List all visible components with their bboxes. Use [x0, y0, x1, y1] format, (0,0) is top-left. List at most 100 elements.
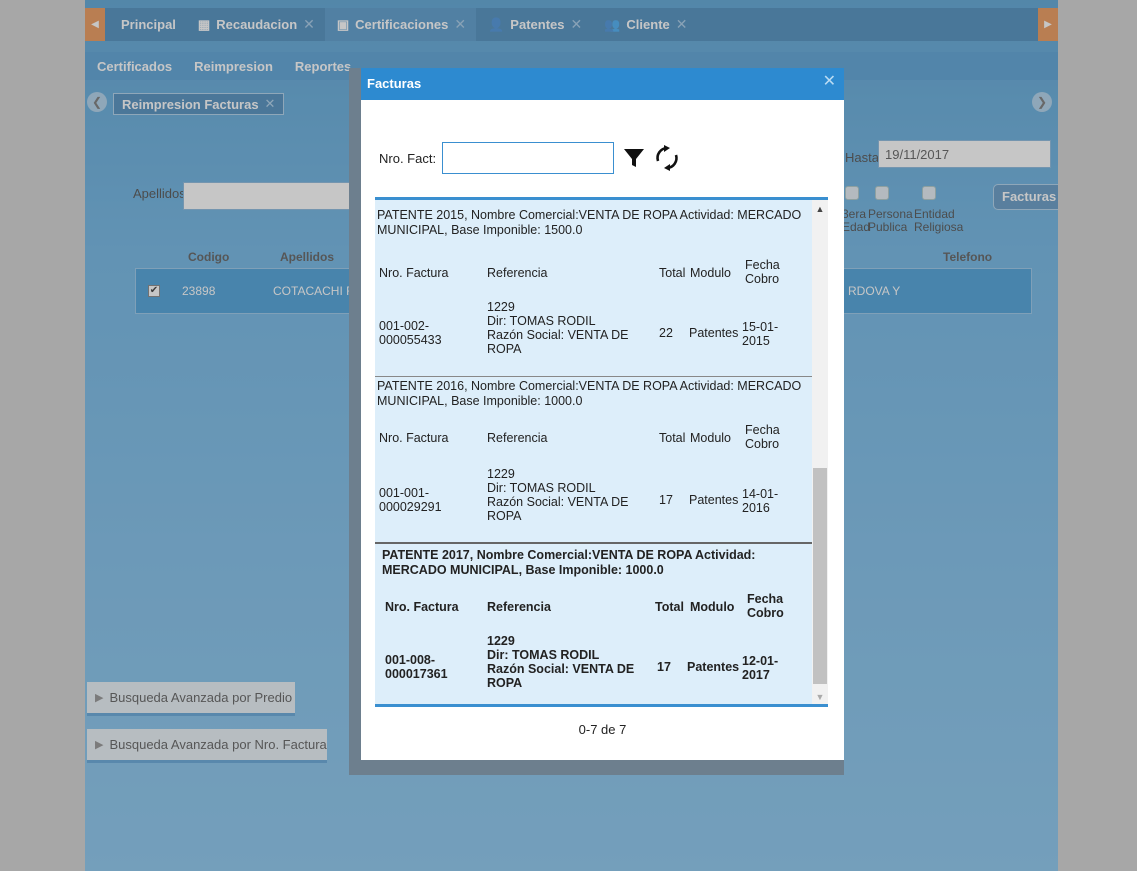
accordion-label: Busqueda Avanzada por Nro. Factura — [109, 737, 327, 752]
checkbox-persona-publica[interactable] — [875, 186, 889, 200]
total-value: 22 — [659, 326, 673, 340]
ref-line4: ROPA — [487, 342, 522, 356]
row-checkbox[interactable]: ✔ — [148, 285, 160, 297]
tab-cliente[interactable]: 👥 Cliente ✕ — [592, 8, 697, 41]
col-modulo: Modulo — [690, 266, 731, 280]
checkbox-3era-edad[interactable] — [845, 186, 859, 200]
col-cobro: Cobro — [747, 606, 784, 620]
users-icon: 👥 — [604, 16, 621, 32]
hasta-date-value: 19/11/2017 — [885, 147, 950, 162]
close-icon[interactable]: ✕ — [265, 96, 276, 112]
tabs-scroll-left-icon[interactable]: ◀ — [85, 8, 105, 41]
patente-header: PATENTE 2015, Nombre Comercial:VENTA DE … — [377, 208, 802, 237]
nro-line2: 000029291 — [379, 500, 442, 514]
ref-line3: Razón Social: VENTA DE — [487, 328, 629, 342]
tab-patentes[interactable]: 👤 Patentes ✕ — [476, 8, 592, 41]
tabs-scroll-right-icon[interactable]: ▶ — [1038, 8, 1058, 41]
col-telefono[interactable]: Telefono — [943, 250, 992, 264]
list-item: PATENTE 2017, Nombre Comercial:VENTA DE … — [375, 542, 812, 704]
close-icon[interactable]: ✕ — [823, 68, 836, 96]
fecha-line1: 14-01- — [742, 487, 779, 501]
col-total: Total — [659, 266, 686, 280]
refresh-icon[interactable] — [654, 144, 680, 172]
modulo-value: Patentes — [689, 326, 739, 340]
main-tabs: Principal ▦ Recaudacion ✕ ▣ Certificaciones… — [109, 8, 698, 41]
dialog-title: Facturas — [361, 68, 844, 100]
col-modulo: Modulo — [690, 431, 731, 445]
fecha-line2: 2015 — [742, 334, 770, 348]
patente-columns: Nro. Factura Referencia Total Modulo Fec… — [379, 252, 809, 286]
col-nro-factura: Nro. Factura — [379, 266, 449, 280]
fecha-line1: 15-01- — [742, 320, 779, 334]
cb3-label-line2: Religiosa — [914, 220, 964, 234]
apellidos-label: Apellidos — [133, 186, 186, 201]
list-scrollbar[interactable]: ▲ ▼ — [812, 200, 828, 704]
ref-line4: ROPA — [487, 509, 522, 523]
nro-line2: 000055433 — [379, 333, 442, 347]
nro-line2: 000017361 — [385, 667, 448, 681]
menu-reimpresion[interactable]: Reimpresion — [194, 59, 273, 74]
facturas-list[interactable]: PATENTE 2015, Nombre Comercial:VENTA DE … — [375, 197, 828, 707]
tab-recaudacion[interactable]: ▦ Recaudacion ✕ — [186, 8, 325, 41]
ref-line3: Razón Social: VENTA DE — [487, 662, 635, 676]
hasta-label: Hasta — [845, 150, 879, 165]
col-cobro: Cobro — [745, 437, 780, 451]
apellidos-input[interactable] — [183, 182, 353, 210]
ref-line4: ROPA — [487, 676, 523, 690]
patente-header: PATENTE 2016, Nombre Comercial:VENTA DE … — [377, 379, 802, 408]
total-value: 17 — [659, 493, 673, 507]
tab-label: Recaudacion — [216, 17, 298, 32]
tab-certificaciones[interactable]: ▣ Certificaciones ✕ — [324, 8, 477, 41]
tab-principal[interactable]: Principal — [109, 8, 186, 41]
close-icon[interactable]: ✕ — [571, 16, 583, 33]
ref-line1: 1229 — [487, 634, 515, 648]
patente-columns: Nro. Factura Referencia Total Modulo Fec… — [385, 586, 815, 620]
nro-fact-input[interactable] — [442, 142, 615, 174]
accordion-label: Busqueda Avanzada por Predio — [109, 690, 293, 705]
nro-fact-label: Nro. Fact: — [379, 150, 437, 166]
triangle-right-icon: ▶ — [95, 739, 104, 751]
facturas-dialog: Facturas ✕ Nro. Fact: PATENTE 2015, Nomb… — [361, 68, 844, 760]
certificate-icon: ▣ — [336, 16, 350, 32]
nro-line1: 001-002- — [379, 319, 430, 333]
scroll-up-icon[interactable]: ▲ — [812, 204, 828, 214]
col-apellidos[interactable]: Apellidos — [280, 250, 334, 264]
accordion-busqueda-predio[interactable]: ▶ Busqueda Avanzada por Predio — [87, 682, 295, 716]
menu-certificados[interactable]: Certificados — [97, 59, 172, 74]
ref-line3: Razón Social: VENTA DE — [487, 495, 629, 509]
close-icon[interactable]: ✕ — [454, 16, 466, 33]
cb1-label-line2: Edad — [842, 220, 871, 234]
col-codigo[interactable]: Codigo — [188, 250, 229, 264]
ref-line1: 1229 — [487, 300, 515, 314]
chevron-right-icon[interactable]: ❯ — [1032, 92, 1052, 112]
ref-line2: Dir: TOMAS RODIL — [487, 481, 596, 495]
patente-header: PATENTE 2017, Nombre Comercial:VENTA DE … — [382, 548, 756, 577]
close-icon[interactable]: ✕ — [303, 16, 315, 33]
col-modulo: Modulo — [690, 600, 735, 614]
user-icon: 👤 — [488, 16, 505, 32]
scroll-down-icon[interactable]: ▼ — [812, 692, 828, 702]
close-icon[interactable]: ✕ — [676, 16, 688, 33]
nro-line1: 001-001- — [379, 486, 430, 500]
cell-nombre: RDOVA Y — [848, 284, 901, 298]
col-referencia: Referencia — [487, 600, 551, 614]
facturas-button[interactable]: Facturas — [993, 184, 1058, 210]
col-cobro: Cobro — [745, 272, 780, 286]
scrollbar-thumb[interactable] — [813, 468, 827, 684]
subtab-reimpresion-facturas[interactable]: Reimpresion Facturas ✕ — [113, 93, 285, 115]
nro-line1: 001-008- — [385, 653, 436, 667]
fecha-line1: 12-01- — [742, 654, 779, 668]
filter-icon[interactable] — [622, 146, 646, 170]
col-total: Total — [655, 600, 684, 614]
triangle-right-icon: ▶ — [95, 692, 104, 704]
patente-columns: Nro. Factura Referencia Total Modulo Fec… — [379, 417, 809, 451]
checkbox-entidad-religiosa[interactable] — [922, 186, 936, 200]
hasta-date-field[interactable]: 19/11/2017 — [878, 140, 1051, 168]
col-fecha: Fecha — [745, 423, 780, 437]
chevron-left-icon[interactable]: ❮ — [87, 92, 107, 112]
menu-reportes[interactable]: Reportes — [295, 59, 351, 74]
col-fecha: Fecha — [745, 258, 780, 272]
tab-label: Cliente — [626, 17, 670, 32]
cb2-label-line2: Publica — [868, 220, 908, 234]
accordion-busqueda-factura[interactable]: ▶ Busqueda Avanzada por Nro. Factura — [87, 729, 327, 763]
